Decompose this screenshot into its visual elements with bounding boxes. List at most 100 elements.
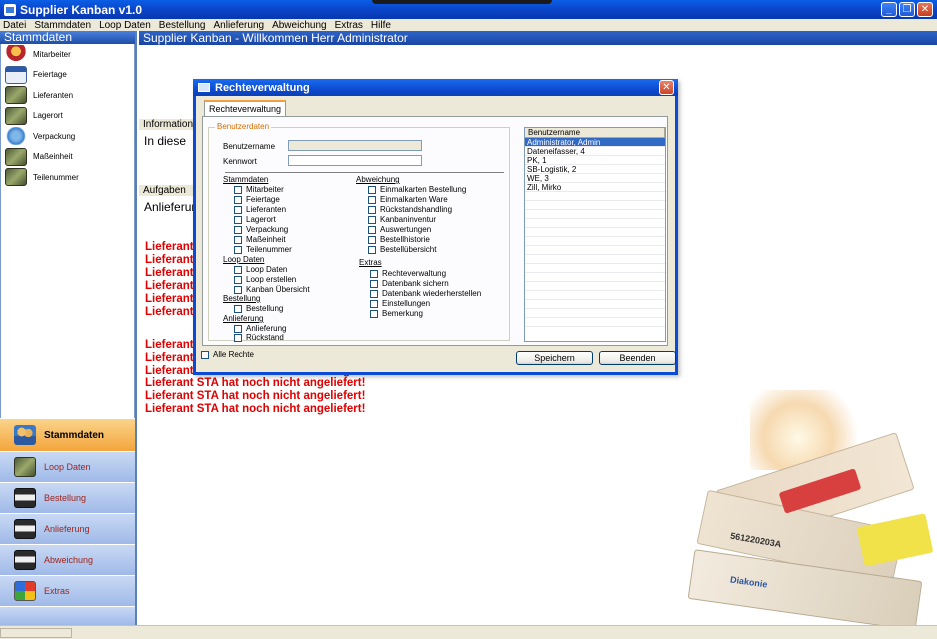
window-title: Supplier Kanban v1.0: [20, 2, 143, 17]
checkbox-feiertage[interactable]: Feiertage: [234, 195, 280, 204]
checkbox-einmalkarten-ware[interactable]: Einmalkarten Ware: [368, 195, 448, 204]
information-label: Information: [139, 119, 199, 130]
password-field[interactable]: [288, 155, 422, 166]
list-item[interactable]: WE, 3: [525, 174, 665, 183]
checkbox-rechteverwaltung[interactable]: Rechteverwaltung: [370, 269, 446, 278]
checkbox-mitarbeiter[interactable]: Mitarbeiter: [234, 185, 284, 194]
list-header[interactable]: Benutzername: [525, 128, 665, 138]
menu-anlieferung[interactable]: Anlieferung: [213, 20, 264, 31]
checkbox-bestelluebersicht[interactable]: Bestellübersicht: [368, 245, 436, 254]
checkbox-loop-daten[interactable]: Loop Daten: [234, 265, 287, 274]
nav-extras[interactable]: Extras: [0, 576, 135, 607]
list-empty-row: [525, 309, 665, 318]
restore-icon[interactable]: ❐: [899, 2, 915, 17]
warning-line: Lieferant STA hat noch nicht angeliefert…: [145, 377, 366, 389]
list-empty-row: [525, 300, 665, 309]
menu-datei[interactable]: Datei: [3, 20, 26, 31]
checkbox-auswertungen[interactable]: Auswertungen: [368, 225, 431, 234]
warning-line: Lieferant: [145, 293, 194, 305]
nav-label: Stammdaten: [44, 429, 105, 441]
list-empty-row: [525, 219, 665, 228]
checkbox-alle-rechte[interactable]: Alle Rechte: [201, 350, 254, 359]
column-benutzername[interactable]: Benutzername: [528, 128, 665, 137]
list-empty-row: [525, 246, 665, 255]
save-button[interactable]: Speichern: [516, 351, 593, 365]
calendar-icon: [5, 65, 27, 84]
list-empty-row: [525, 255, 665, 264]
checkbox-kanban-uebersicht[interactable]: Kanban Übersicht: [234, 285, 310, 294]
list-item[interactable]: Zill, Mirko: [525, 183, 665, 192]
list-item[interactable]: PK, 1: [525, 156, 665, 165]
sidebar-item-verpackung[interactable]: Verpackung: [1, 126, 134, 147]
sidebar-item-label: Teilenummer: [33, 172, 79, 182]
checkbox-loop-erstellen[interactable]: Loop erstellen: [234, 275, 296, 284]
sidebar-item-label: Maßeinheit: [33, 152, 73, 162]
nav-stammdaten[interactable]: Stammdaten: [0, 419, 135, 452]
warning-line: Lieferant: [145, 339, 194, 351]
dialog-icon: [198, 83, 210, 92]
close-icon[interactable]: ✕: [917, 2, 933, 17]
checkbox-verpackung[interactable]: Verpackung: [234, 225, 288, 234]
checkbox-einstellungen[interactable]: Einstellungen: [370, 299, 430, 308]
list-item[interactable]: SB-Logistik, 2: [525, 165, 665, 174]
window-titlebar[interactable]: Supplier Kanban v1.0 _ ❐ ✕: [0, 0, 937, 19]
checkbox-anlieferung[interactable]: Anlieferung: [234, 324, 286, 333]
sidebar-item-lieferanten[interactable]: Lieferanten: [1, 85, 134, 106]
minimize-icon[interactable]: _: [881, 2, 897, 17]
nav-anlieferung[interactable]: Anlieferung: [0, 514, 135, 545]
floppy-icon: [14, 519, 36, 539]
nav-bestellung[interactable]: Bestellung: [0, 483, 135, 514]
sidebar-item-lagerort[interactable]: Lagerort: [1, 106, 134, 127]
menu-extras[interactable]: Extras: [335, 20, 363, 31]
staff-icon: [5, 45, 27, 64]
checkbox-bemerkung[interactable]: Bemerkung: [370, 309, 423, 318]
checkbox-teilenummer[interactable]: Teilenummer: [234, 245, 292, 254]
tab-rechteverwaltung[interactable]: Rechteverwaltung: [204, 100, 287, 117]
user-list[interactable]: Benutzername Administrator, Admin Datene…: [524, 127, 666, 342]
sidebar-item-feiertage[interactable]: Feiertage: [1, 65, 134, 86]
checkbox-rueckstand[interactable]: Rückstand: [234, 333, 284, 342]
checkbox-lieferanten[interactable]: Lieferanten: [234, 205, 286, 214]
status-bar: [0, 625, 937, 639]
nav-abweichung[interactable]: Abweichung: [0, 545, 135, 576]
list-empty-row: [525, 282, 665, 291]
close-button[interactable]: Beenden: [599, 351, 676, 365]
checkbox-kanbaninventur[interactable]: Kanbaninventur: [368, 215, 436, 224]
warning-line: Lieferant: [145, 241, 194, 253]
menu-loop-daten[interactable]: Loop Daten: [99, 20, 151, 31]
menu-abweichung[interactable]: Abweichung: [272, 20, 326, 31]
checkbox-bestellhistorie[interactable]: Bestellhistorie: [368, 235, 430, 244]
password-label: Kennwort: [223, 157, 257, 166]
nav-loop-daten[interactable]: Loop Daten: [0, 452, 135, 483]
username-label: Benutzername: [223, 142, 276, 151]
checkbox-datenbank-sichern[interactable]: Datenbank sichern: [370, 279, 449, 288]
username-field[interactable]: [288, 140, 422, 151]
sidebar-item-teilenummer[interactable]: Teilenummer: [1, 167, 134, 188]
menu-bestellung[interactable]: Bestellung: [159, 20, 206, 31]
sidebar: Stammdaten Mitarbeiter Feiertage Liefera…: [0, 31, 137, 625]
nav-label: Loop Daten: [44, 462, 91, 472]
list-empty-row: [525, 264, 665, 273]
window-controls: _ ❐ ✕: [881, 2, 933, 17]
category-loop-daten: Loop Daten: [223, 255, 265, 264]
checkbox-bestellung[interactable]: Bestellung: [234, 304, 283, 313]
menu-hilfe[interactable]: Hilfe: [371, 20, 391, 31]
checkbox-rueckstandshandling[interactable]: Rückstandshandling: [368, 205, 452, 214]
category-bestellung: Bestellung: [223, 294, 261, 303]
checkbox-masseinheit[interactable]: Maßeinheit: [234, 235, 286, 244]
crate-icon: [5, 147, 27, 166]
app-window: Supplier Kanban v1.0 _ ❐ ✕ Datei Stammda…: [0, 0, 937, 639]
crate-icon: [5, 168, 27, 187]
checkbox-einmalkarten-bestellung[interactable]: Einmalkarten Bestellung: [368, 185, 466, 194]
close-icon[interactable]: ✕: [659, 80, 674, 95]
checkbox-datenbank-wiederherstellen[interactable]: Datenbank wiederherstellen: [370, 289, 481, 298]
sidebar-item-mitarbeiter[interactable]: Mitarbeiter: [1, 44, 134, 65]
dialog-titlebar[interactable]: Rechteverwaltung ✕: [193, 79, 678, 96]
list-item[interactable]: Administrator, Admin: [525, 138, 665, 147]
menu-stammdaten[interactable]: Stammdaten: [34, 20, 91, 31]
warning-line: Lieferant: [145, 254, 194, 266]
list-empty-row: [525, 201, 665, 210]
list-item[interactable]: Dateneifasser, 4: [525, 147, 665, 156]
checkbox-lagerort[interactable]: Lagerort: [234, 215, 276, 224]
sidebar-item-masseinheit[interactable]: Maßeinheit: [1, 147, 134, 168]
